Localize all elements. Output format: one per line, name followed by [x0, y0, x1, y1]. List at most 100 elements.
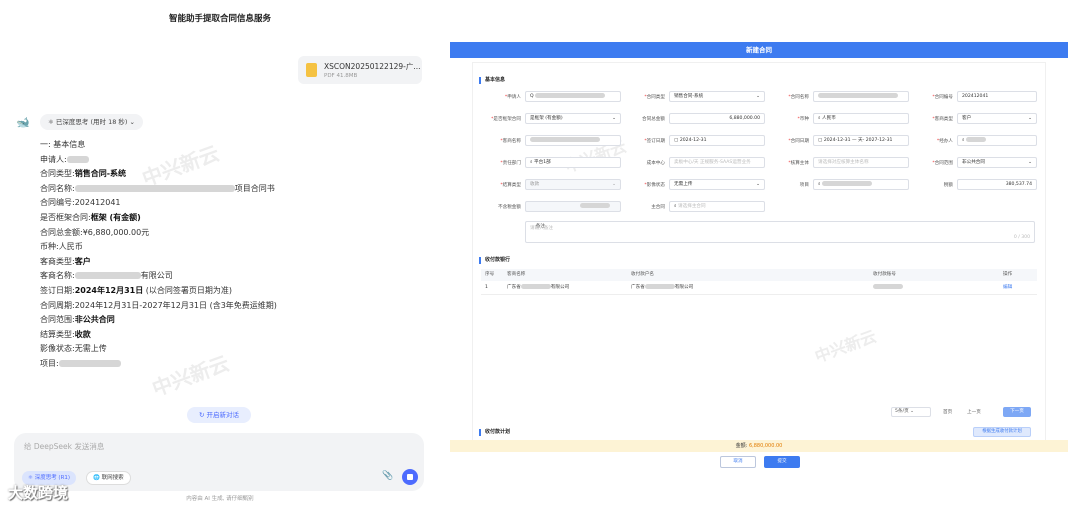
contract-name-field[interactable] — [813, 91, 909, 102]
cell-account-name: 广东省 有限公司 — [631, 284, 694, 290]
input-placeholder: 给 DeepSeek 发送消息 — [24, 442, 105, 451]
label-applicant: *申请人 — [504, 95, 521, 100]
framework-select[interactable]: 是框架 (有金额) ⌄ — [525, 113, 621, 124]
file-attachment[interactable]: XSCON20250122129-广... PDF 41.8MB — [298, 56, 422, 84]
atom-icon: ⚛ — [28, 475, 33, 481]
total-amount-bar: 金额: 6,880,000.00 — [450, 440, 1068, 452]
chat-title: 智能助手提取合同信息服务 — [168, 14, 271, 24]
col-header: 操作 — [1003, 272, 1013, 277]
settle-select[interactable]: 收款 ⌄ — [525, 179, 621, 190]
chat-panel: 中兴新云 中兴新云 智能助手提取合同信息服务 XSCON20250122129-… — [0, 0, 440, 514]
period-range-field[interactable]: ▢ 2024-12-31 — 天- 2027-12-31 — [813, 135, 909, 146]
first-page-button[interactable]: 首页 — [943, 409, 952, 415]
contract-no-field[interactable]: 202412041 — [957, 91, 1037, 102]
label-handler: *经办人 — [936, 139, 953, 144]
answer-line: 合同范围:非公共合同 — [40, 315, 115, 325]
brand-logo: 大数跨境 — [8, 484, 69, 502]
label-framework: *是否框架合同 — [491, 117, 521, 122]
table-row: 1 广东省 有限公司 广东省 有限公司 编辑 — [481, 281, 1037, 295]
subject-field[interactable]: 请选择对应核算主体名称 — [813, 157, 909, 168]
edit-link[interactable]: 编辑 — [1003, 281, 1012, 295]
contract-type-select[interactable]: 销售合同-系统 ⌄ — [669, 91, 765, 102]
project-field[interactable]: ⌕ — [813, 179, 909, 190]
answer-line: 结算类型:收款 — [40, 329, 91, 339]
next-page-button[interactable]: 下一页 — [1003, 407, 1031, 417]
section-plan: 收付款计划 — [479, 429, 510, 436]
web-search-button[interactable]: 🌐 联网搜索 — [86, 471, 131, 485]
paperclip-icon[interactable]: 📎 — [382, 471, 393, 481]
label-subject: *核算主体 — [788, 161, 809, 166]
excl-tax-field[interactable] — [525, 201, 621, 212]
label-client-type: *客商类型 — [932, 117, 953, 122]
label-main-contract: 主合同 — [651, 205, 665, 210]
label-image-state: *影像状态 — [644, 183, 665, 188]
search-icon: ⌕ — [818, 182, 821, 187]
calendar-icon: ▢ — [818, 138, 823, 143]
label-cost-center: 成本中心 — [646, 161, 665, 166]
cell-client: 广东省 有限公司 — [507, 284, 570, 290]
answer-block: 一: 基本信息 申请人: 合同类型:销售合同-系统 合同名称: 项目合同书 合同编… — [40, 138, 420, 372]
pdf-file-icon — [306, 63, 317, 77]
cell-no: 1 — [485, 285, 488, 290]
sign-date-field[interactable]: ▢ 2024-12-31 — [669, 135, 765, 146]
col-header: 收付款账号 — [873, 272, 896, 277]
label-project: 项目 — [799, 183, 809, 188]
applicant-field[interactable]: Q — [525, 91, 621, 102]
refresh-icon: ↻ — [198, 411, 205, 419]
answer-line: 合同周期:2024年12月31日-2027年12月31日 (含3年免费运维期) — [40, 300, 277, 310]
answer-line: 客商名称: 有限公司 — [40, 271, 173, 281]
form-title: 新建合同 — [450, 42, 1068, 58]
file-name: XSCON20250122129-广... — [324, 62, 421, 71]
col-header: 序号 — [485, 272, 495, 277]
label-dept: *责任部门 — [500, 161, 521, 166]
label-sign-date: *签订日期 — [644, 139, 665, 144]
col-header: 客商名称 — [507, 272, 526, 277]
label-period: *合同日期 — [788, 139, 809, 144]
image-state-select[interactable]: 无需上传 ⌄ — [669, 179, 765, 190]
contract-form-panel: 新建合同 中兴新云 中兴新云 基本信息 *申请人 Q *合同类型 销售合同-系统… — [450, 42, 1068, 472]
answer-line: 项目: — [40, 357, 420, 372]
label-total-amount: 合同总金额 — [642, 117, 665, 122]
table-header: 序号 客商名称 收付款户名 收付款账号 操作 — [481, 269, 1037, 281]
label-tax: 税额 — [943, 183, 953, 188]
label-settle: *结算类型 — [500, 183, 521, 188]
think-toggle[interactable]: ⚛ 已深度思考 (用时 18 秒) ⌄ — [40, 114, 143, 130]
scope-select[interactable]: 非公共合同 ⌄ — [957, 157, 1037, 168]
search-icon: ⌕ — [818, 116, 821, 121]
answer-line: 影像状态:无需上传 — [40, 344, 107, 354]
generate-plan-button[interactable]: 根据生成收付款计划 — [973, 427, 1031, 437]
client-name-field[interactable] — [525, 135, 621, 146]
remark-textarea[interactable]: 请输入备注 0 / 300 — [525, 221, 1035, 243]
handler-field[interactable]: ⌕ — [957, 135, 1037, 146]
client-type-select[interactable]: 客户 ⌄ — [957, 113, 1037, 124]
total-amount-field[interactable]: 6,880,000.00 — [669, 113, 765, 124]
file-size: PDF 41.8MB — [324, 73, 358, 79]
dept-field[interactable]: ⌕ 平台1部 — [525, 157, 621, 168]
label-excl-tax: 不含税金额 — [498, 205, 521, 210]
think-label: 已深度思考 (用时 18 秒) — [55, 118, 128, 126]
think-icon: ⚛ — [48, 118, 54, 126]
globe-icon: 🌐 — [93, 475, 100, 481]
answer-line: 合同类型:销售合同-系统 — [40, 169, 127, 179]
label-contract-name: *合同名称 — [788, 95, 809, 100]
deepseek-whale-icon: 🐋 — [16, 116, 30, 129]
submit-button[interactable]: 提交 — [764, 456, 800, 468]
page-size-select[interactable]: 5条/页 ⌄ — [891, 407, 931, 417]
cancel-button[interactable]: 取消 — [720, 456, 756, 468]
main-contract-field[interactable]: ⌕ 请选择主合同 — [669, 201, 765, 212]
new-chat-button[interactable]: ↻ 开启新对话 — [187, 407, 251, 423]
tax-field[interactable]: 380,537.74 — [957, 179, 1037, 190]
answer-line: 币种:人民币 — [40, 242, 83, 252]
answer-line: 签订日期:2024年12月31日 (以合同签署页日期为准) — [40, 285, 233, 295]
form-body: 中兴新云 中兴新云 基本信息 *申请人 Q *合同类型 销售合同-系统⌄ *合同… — [472, 62, 1046, 450]
message-input[interactable]: 给 DeepSeek 发送消息 ⚛ 深度思考 (R1) 🌐 联网搜索 📎 — [14, 433, 424, 491]
prev-page-button[interactable]: 上一页 — [967, 409, 981, 415]
stop-button[interactable] — [402, 469, 418, 485]
currency-field[interactable]: ⌕ 人民币 — [813, 113, 909, 124]
label-contract-type: *合同类型 — [644, 95, 665, 100]
total-amount-value: 6,880,000.00 — [748, 443, 783, 449]
cost-center-field[interactable]: 卖板中心/天 正规服务-SAAS运营业务 — [669, 157, 765, 168]
answer-line: 合同总金额:¥6,880,000.00元 — [40, 227, 150, 237]
answer-line: 合同编号:202412041 — [40, 198, 121, 208]
section-payer: 收付款银行 — [479, 257, 510, 264]
